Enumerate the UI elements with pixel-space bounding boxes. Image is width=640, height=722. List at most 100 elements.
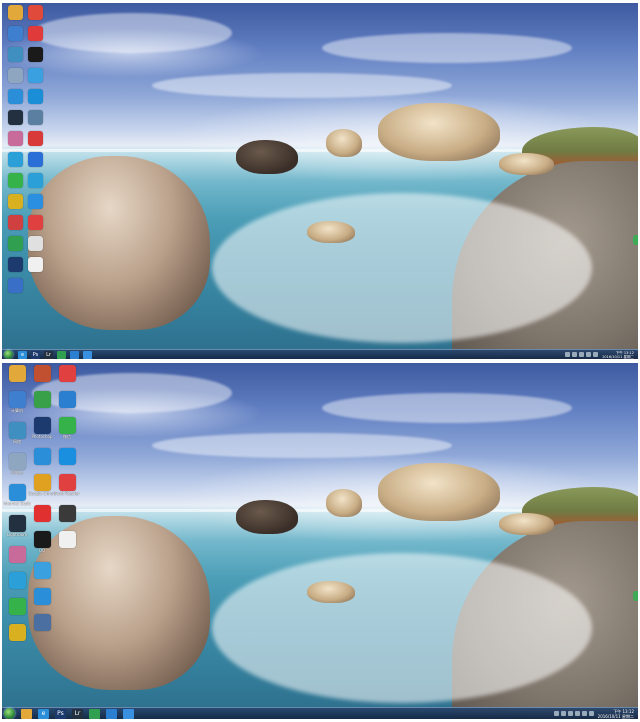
taskbar-items: e Ps Lr [18,708,137,719]
explorer-icon[interactable] [21,708,32,719]
photoshop-icon[interactable]: Ps [31,350,40,359]
desktop-shortcut[interactable] [4,215,26,230]
desktop-shortcut[interactable]: 计算机 [4,391,30,413]
desktop-shortcut[interactable] [4,68,26,83]
desktop-shortcut[interactable] [54,531,80,548]
desktop-shortcut[interactable] [24,89,46,104]
app-icon[interactable] [70,350,79,359]
desktop-shortcut[interactable] [24,173,46,188]
desktop-shortcut[interactable]: Internet Explorer [3,484,31,506]
ie-icon[interactable]: e [38,708,49,719]
volume-icon[interactable] [586,352,592,357]
app-icon[interactable] [106,708,117,719]
desktop-shortcut[interactable] [4,257,26,272]
desktop-shortcut[interactable]: Lightroom [4,515,30,537]
clock[interactable]: 下午 13:12 2016/10/11 星期二 [602,351,634,359]
app-icon [8,624,26,641]
network-icon[interactable] [593,352,599,357]
start-button[interactable] [4,708,15,719]
desktop-shortcut[interactable]: QQ [29,531,55,553]
desktop-shortcut[interactable] [29,391,55,408]
app-icon[interactable] [123,708,134,719]
desktop-shortcut[interactable] [4,152,26,167]
lightroom-icon[interactable]: Lr [44,350,53,359]
desktop-shortcut[interactable] [4,131,26,146]
desktop-shortcut[interactable] [24,194,46,209]
desktop-shortcut[interactable] [4,89,26,104]
desktop-shortcut[interactable] [4,624,30,641]
app-icon [33,448,51,465]
side-tab[interactable] [633,591,638,601]
desktop-shortcut[interactable] [4,110,26,125]
tray-icon[interactable] [553,711,559,716]
desktop-shortcut[interactable] [54,391,80,408]
desktop-shortcut[interactable] [4,194,26,209]
desktop-shortcut[interactable] [4,572,30,589]
tray-icon[interactable] [560,711,566,716]
ie-icon [7,89,23,104]
desktop-shortcut[interactable]: 微信 [54,417,80,439]
tray-icon[interactable] [574,711,580,716]
desktop-shortcut[interactable] [54,365,80,382]
desktop-shortcut[interactable] [4,5,26,20]
desktop-icons-column-2 [24,5,46,272]
desktop-shortcut[interactable] [4,278,26,293]
photoshop-icon[interactable]: Ps [55,708,66,719]
desktop-shortcut[interactable] [54,448,80,465]
start-button[interactable] [4,350,13,359]
rock [499,513,554,535]
desktop-shortcut[interactable] [24,257,46,272]
desktop-shortcut[interactable] [4,598,30,615]
desktop-shortcut-label: Foxit Reader [54,491,80,496]
desktop-shortcut[interactable] [4,26,26,41]
ie-icon[interactable]: e [18,350,27,359]
desktop-shortcut[interactable] [29,614,55,631]
desktop-shortcut[interactable] [4,236,26,251]
desktop-shortcut[interactable] [4,546,30,563]
tray-icon[interactable] [572,352,578,357]
rock [307,581,355,603]
desktop-shortcut[interactable] [24,131,46,146]
desktop-shortcut[interactable] [4,47,26,62]
app-icon[interactable] [89,708,100,719]
desktop-shortcut[interactable] [29,505,55,522]
desktop-shortcut[interactable] [24,110,46,125]
desktop-shortcut-label: 网络 [13,439,21,444]
desktop-shortcut[interactable] [24,236,46,251]
taskbar: e Ps Lr 下午 13:12 2016/10/11 星期二 [2,349,638,359]
lightroom-icon[interactable]: Lr [72,708,83,719]
network-icon[interactable] [588,711,594,716]
desktop-shortcut[interactable]: Photoshop [29,417,55,439]
desktop-shortcut[interactable]: Foxit Reader [54,474,80,496]
desktop-shortcut[interactable] [24,68,46,83]
desktop-shortcut[interactable]: 网络 [4,422,30,444]
app-icon [58,391,76,408]
surf [212,553,592,703]
desktop-shortcut[interactable] [24,152,46,167]
desktop-top: e Ps Lr 下午 13:12 2016/10/11 星期二 [2,3,638,359]
desktop-shortcut[interactable] [4,365,30,382]
side-tab[interactable] [633,235,638,245]
tray-icon[interactable] [567,711,573,716]
desktop-shortcut[interactable] [4,173,26,188]
rock [236,140,298,174]
desktop-shortcut[interactable] [24,215,46,230]
desktop-shortcut[interactable] [24,47,46,62]
app-icon[interactable] [57,350,66,359]
desktop-shortcut[interactable]: 回收站 [4,453,30,475]
desktop-shortcut[interactable] [54,505,80,522]
desktop-shortcut[interactable] [29,365,55,382]
app-icon [33,562,51,579]
desktop-shortcut[interactable]: Google Chrome [28,474,56,496]
clock[interactable]: 下午 13:12 2016/10/11 星期二 [598,709,634,719]
tray-icon[interactable] [579,352,585,357]
app-icon[interactable] [83,350,92,359]
desktop-shortcut[interactable] [24,26,46,41]
volume-icon[interactable] [581,711,587,716]
desktop-shortcut[interactable] [29,588,55,605]
rock [326,489,362,517]
tray-icon[interactable] [565,352,571,357]
desktop-shortcut[interactable] [29,562,55,579]
desktop-shortcut[interactable] [29,448,55,465]
desktop-shortcut[interactable] [24,5,46,20]
